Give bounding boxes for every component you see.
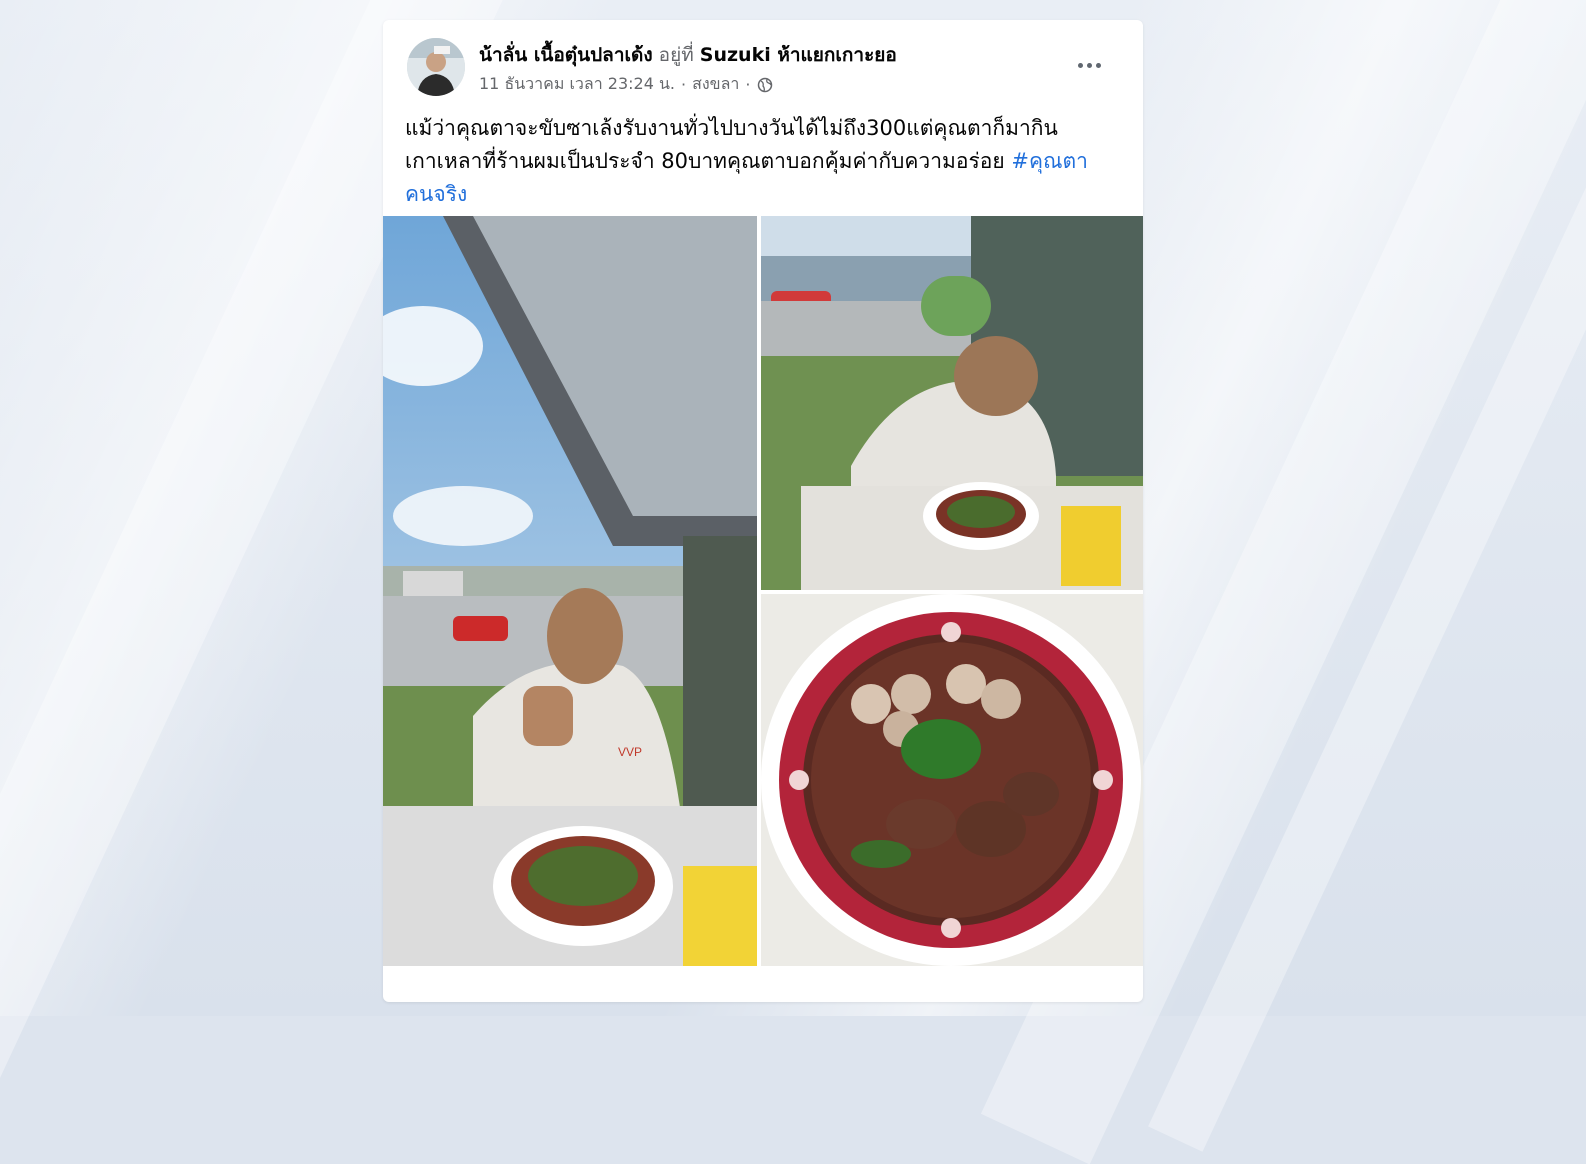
post-body: แม้ว่าคุณตาจะขับซาเล้งรับงานทั่วไปบางวัน… — [405, 116, 1058, 173]
more-dot — [1086, 62, 1092, 68]
post-photo-bowl[interactable] — [761, 594, 1143, 966]
avatar[interactable] — [407, 38, 465, 96]
post-place: สงขลา — [692, 74, 740, 93]
photo-image: VVP — [383, 216, 757, 966]
facebook-post: น้าลั่น เนื้อตุ๋นปลาเด้ง อยู่ที่ Suzuki … — [383, 20, 1143, 1002]
post-timestamp[interactable]: 11 ธันวาคม เวลา 23:24 น. — [479, 72, 675, 97]
post-text: แม้ว่าคุณตาจะขับซาเล้งรับงานทั่วไปบางวัน… — [405, 112, 1115, 211]
more-dot — [1077, 62, 1083, 68]
more-dot — [1095, 62, 1101, 68]
author-name[interactable]: น้าลั่น เนื้อตุ๋นปลาเด้ง — [479, 44, 653, 66]
post-photo-thumbs-up[interactable]: VVP — [383, 216, 757, 966]
meta-separator: · — [681, 75, 687, 94]
avatar-image — [407, 38, 465, 96]
post-meta: 11 ธันวาคม เวลา 23:24 น. · สงขลา · — [479, 72, 773, 97]
photo-image — [761, 594, 1143, 966]
more-options-icon[interactable] — [1071, 54, 1107, 76]
shirt-logo-text: VVP — [618, 745, 642, 759]
post-photo-eating[interactable] — [761, 216, 1143, 590]
globe-icon — [757, 77, 772, 92]
photo-image — [761, 216, 1143, 590]
meta-separator: · — [745, 75, 751, 94]
post-header-line: น้าลั่น เนื้อตุ๋นปลาเด้ง อยู่ที่ Suzuki … — [479, 40, 897, 70]
location-prefix: อยู่ที่ — [658, 44, 694, 66]
location-name[interactable]: Suzuki ห้าแยกเกาะยอ — [700, 44, 897, 66]
